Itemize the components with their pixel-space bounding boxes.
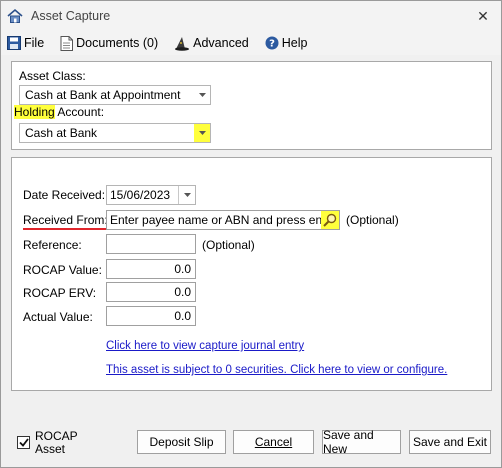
securities-link[interactable]: This asset is subject to 0 securities. C… (106, 364, 447, 376)
menu-help-label: Help (281, 36, 308, 50)
menu-advanced-label: Advanced (193, 36, 249, 50)
chevron-down-icon (194, 86, 210, 104)
chevron-down-icon[interactable] (194, 124, 210, 142)
save-and-exit-button[interactable]: Save and Exit (409, 430, 491, 454)
received-from-optional: (Optional) (346, 213, 399, 227)
receipt-form-panel: Date Received: 15/06/2023 Received From:… (11, 157, 492, 391)
deposit-slip-button[interactable]: Deposit Slip (137, 430, 226, 454)
asset-capture-window: Asset Capture ✕ File Documents (0) Advan… (0, 0, 502, 468)
document-icon (60, 35, 74, 51)
save-and-new-button[interactable]: Save and New (322, 428, 401, 456)
title-bar: Asset Capture ✕ (1, 1, 501, 31)
actual-value-label: Actual Value: (23, 310, 93, 324)
menu-bar: File Documents (0) Advanced ? Help (1, 31, 501, 55)
save-disk-icon (7, 36, 21, 50)
menu-help[interactable]: ? Help (265, 36, 308, 50)
cancel-button[interactable]: Cancel (233, 430, 314, 454)
wizard-hat-icon (175, 36, 190, 51)
help-icon: ? (265, 36, 279, 50)
menu-file-label: File (24, 36, 45, 50)
asset-class-label: Asset Class: (19, 69, 86, 83)
holding-highlight: Holding (14, 105, 55, 119)
holding-account-value: Cash at Bank (25, 126, 98, 140)
rocap-erv-input[interactable]: 0.0 (106, 282, 196, 302)
received-from-input[interactable]: Enter payee name or ABN and press enter (106, 210, 340, 230)
rocap-asset-label: ROCAP Asset (35, 430, 78, 456)
checkmark-icon (18, 438, 29, 447)
date-received-label: Date Received: (23, 188, 106, 202)
menu-documents[interactable]: Documents (0) (60, 35, 159, 51)
asset-class-value: Cash at Bank at Appointment (25, 88, 181, 102)
holding-account-label-rest: Account: (54, 105, 105, 119)
menu-file[interactable]: File (7, 36, 44, 50)
window-title: Asset Capture (31, 9, 111, 23)
search-icon[interactable] (321, 211, 339, 229)
date-received-value: 15/06/2023 (110, 188, 171, 202)
holding-account-select[interactable]: Cash at Bank (19, 123, 211, 143)
asset-class-select[interactable]: Cash at Bank at Appointment (19, 85, 211, 105)
rocap-asset-label-line1: ROCAP (35, 429, 78, 443)
view-journal-link[interactable]: Click here to view capture journal entry (106, 340, 304, 352)
reference-optional: (Optional) (202, 238, 255, 252)
received-from-placeholder: Enter payee name or ABN and press enter (110, 213, 321, 227)
rocap-asset-label-line2: Asset (35, 442, 66, 456)
date-received-picker[interactable]: 15/06/2023 (106, 185, 196, 205)
rocap-asset-checkbox[interactable] (17, 436, 30, 449)
rocap-value-input[interactable]: 0.0 (106, 259, 196, 279)
cancel-button-label: Cancel (254, 435, 293, 449)
rocap-value-label: ROCAP Value: (23, 263, 102, 277)
chevron-down-icon[interactable] (178, 186, 195, 204)
rocap-erv-label: ROCAP ERV: (23, 286, 97, 300)
house-icon (7, 8, 23, 24)
menu-advanced[interactable]: Advanced (174, 36, 249, 51)
asset-class-panel: Asset Class: Cash at Bank at Appointment… (11, 61, 492, 150)
svg-text:?: ? (269, 39, 275, 50)
reference-input[interactable] (106, 234, 196, 254)
actual-value-input[interactable]: 0.0 (106, 306, 196, 326)
close-icon[interactable]: ✕ (469, 3, 497, 29)
reference-label: Reference: (23, 238, 82, 252)
menu-documents-label: Documents (0) (76, 36, 159, 50)
received-from-label: Received From: (23, 213, 108, 230)
holding-account-label: Holding Account: (14, 105, 104, 119)
